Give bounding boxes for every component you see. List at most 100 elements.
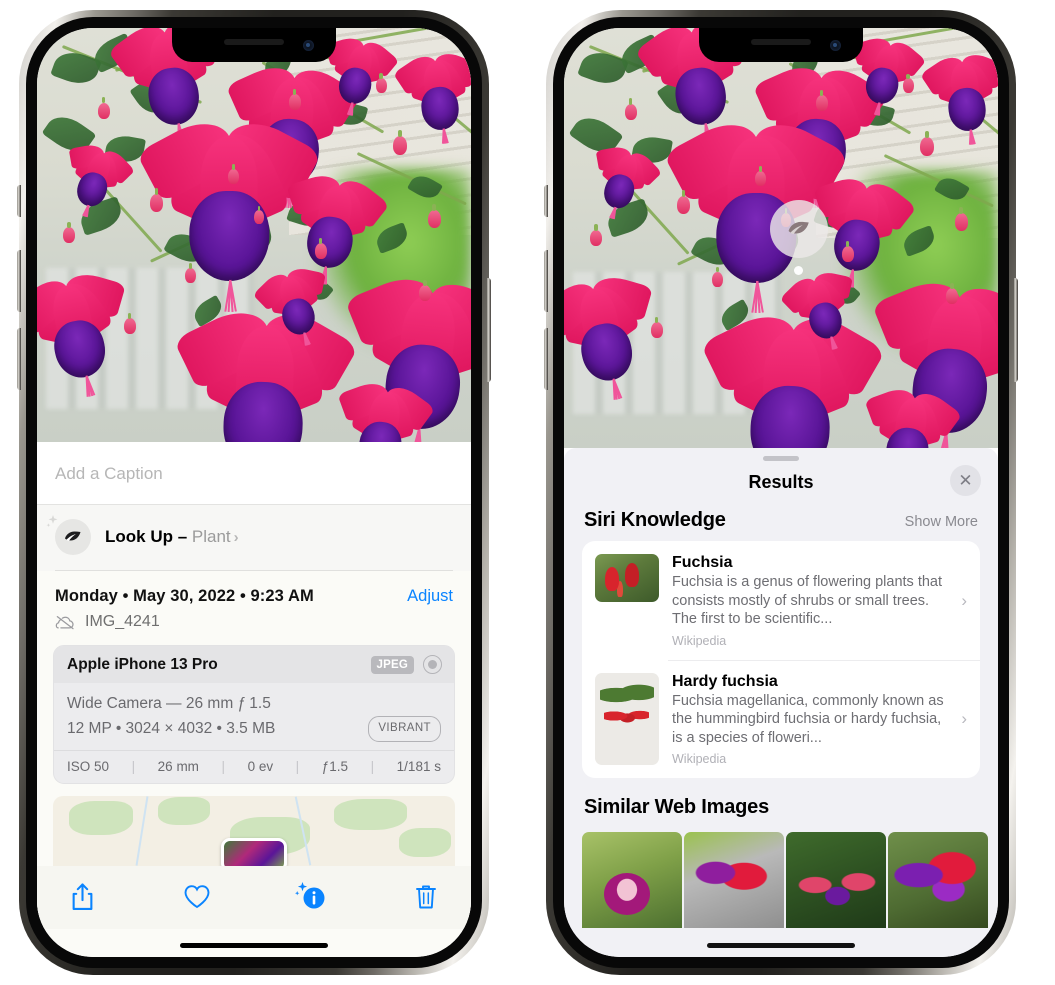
- exif-stat-iso: ISO 50: [67, 758, 110, 774]
- visual-lookup-badge[interactable]: [770, 200, 828, 258]
- photo-viewer-left[interactable]: [37, 28, 471, 442]
- map-road: [135, 796, 149, 866]
- flower-corolla: [189, 191, 269, 312]
- location-map[interactable]: [53, 795, 455, 866]
- flower-bud: [288, 89, 301, 111]
- map-green-area: [334, 799, 407, 831]
- close-button[interactable]: ✕: [950, 465, 981, 496]
- chevron-right-icon: ›: [961, 590, 967, 610]
- leaf-chip: [46, 515, 91, 555]
- leaf-icon: [65, 531, 81, 541]
- toolbar-filler: [37, 919, 471, 929]
- info-button[interactable]: [294, 880, 328, 914]
- flower-bud: [841, 241, 854, 263]
- look-up-text: Look Up –: [105, 527, 188, 546]
- plant-leaf: [934, 173, 971, 206]
- knowledge-title: Hardy fuchsia: [672, 672, 778, 690]
- flower-bud: [676, 190, 690, 214]
- volume-down-button[interactable]: [544, 328, 548, 390]
- stat-separator: |: [221, 758, 226, 774]
- front-camera: [830, 40, 841, 51]
- similar-web-images-strip[interactable]: [564, 832, 998, 929]
- volume-up-button[interactable]: [17, 250, 21, 312]
- web-image-thumbnail[interactable]: [684, 832, 784, 929]
- show-more-button[interactable]: Show More: [905, 514, 978, 530]
- home-indicator[interactable]: [180, 943, 328, 948]
- flower-bud: [63, 221, 76, 243]
- map-green-area: [157, 797, 210, 826]
- notch: [172, 28, 336, 62]
- power-button[interactable]: [1014, 278, 1018, 382]
- flower-bud: [392, 129, 407, 155]
- web-image-thumbnail[interactable]: [786, 832, 886, 929]
- fuchsia-flower: [136, 110, 322, 312]
- flower-bud: [711, 266, 723, 287]
- chevron-right-icon: ›: [961, 709, 967, 729]
- fuchsia-plant-left: [37, 28, 471, 442]
- date-row: Monday • May 30, 2022 • 9:23 AM Adjust: [37, 571, 471, 608]
- info-sparkle-icon: [295, 881, 325, 909]
- earpiece-speaker: [751, 39, 811, 45]
- exif-header-right: JPEG: [370, 655, 442, 674]
- map-green-area: [69, 801, 134, 836]
- list-item[interactable]: Fuchsia Fuchsia is a genus of flowering …: [582, 541, 980, 660]
- exif-stat-aperture: ƒ1.5: [321, 758, 349, 774]
- look-up-row[interactable]: Look Up – Plant ›: [37, 505, 471, 571]
- fuchsia-flower: [337, 378, 437, 442]
- knowledge-title: Fuchsia: [672, 554, 733, 571]
- exif-stat-focal: 26 mm: [157, 758, 199, 774]
- power-button[interactable]: [487, 278, 491, 382]
- silent-switch[interactable]: [544, 185, 548, 217]
- share-icon: [72, 883, 92, 910]
- exif-stats: ISO 50 | 26 mm | 0 ev | ƒ1.5 | 1/181 s: [54, 749, 454, 783]
- photo-map-pin[interactable]: [221, 837, 287, 866]
- results-panel: Results ✕ Siri Knowledge Show More Fuchs…: [564, 448, 998, 957]
- caption-field-row[interactable]: Add a Caption: [37, 442, 471, 505]
- flower-stamen: [968, 129, 972, 145]
- volume-down-button[interactable]: [17, 328, 21, 390]
- share-button[interactable]: [65, 880, 99, 914]
- flower-bud: [123, 312, 136, 334]
- exif-card[interactable]: Apple iPhone 13 Pro JPEG Wide Camera — 2…: [53, 645, 455, 784]
- silent-switch[interactable]: [17, 185, 21, 217]
- adjust-button[interactable]: Adjust: [407, 587, 453, 606]
- cloud-slash-icon: [55, 615, 74, 629]
- stat-separator: |: [370, 758, 375, 774]
- earpiece-speaker: [224, 39, 284, 45]
- notch: [699, 28, 863, 62]
- flower-bud: [97, 97, 110, 119]
- knowledge-thumbnail: [595, 554, 659, 602]
- flower-bud: [375, 72, 387, 93]
- map-green-area: [398, 828, 451, 858]
- knowledge-description: Fuchsia is a genus of flowering plants t…: [672, 574, 943, 628]
- size-line-row: 12 MP • 3024 × 4032 • 3.5 MB VIBRANT: [67, 716, 441, 742]
- delete-button[interactable]: [409, 880, 443, 914]
- flower-bud: [418, 279, 431, 301]
- fuchsia-flower: [37, 268, 127, 397]
- web-image-thumbnail[interactable]: [582, 832, 682, 929]
- right-phone-screen: Results ✕ Siri Knowledge Show More Fuchs…: [564, 28, 998, 957]
- photo-info-sheet: Add a Caption Look Up – Plant › Monday •…: [37, 442, 471, 957]
- web-image-thumbnail[interactable]: [888, 832, 988, 929]
- leaf-icon: [788, 221, 809, 235]
- style-badge: VIBRANT: [368, 716, 441, 742]
- photo-viewer-right[interactable]: [564, 28, 998, 448]
- exif-stat-ev: 0 ev: [247, 758, 274, 774]
- plant-leaf: [372, 221, 411, 254]
- favorite-button[interactable]: [180, 880, 214, 914]
- home-indicator[interactable]: [707, 943, 855, 948]
- flower-bud: [815, 90, 828, 112]
- list-item[interactable]: Hardy fuchsia Fuchsia magellanica, commo…: [582, 659, 980, 779]
- right-phone-frame: Results ✕ Siri Knowledge Show More Fuchs…: [544, 10, 1018, 975]
- plant-leaf: [899, 224, 938, 257]
- siri-knowledge-card: Fuchsia Fuchsia is a genus of flowering …: [582, 541, 980, 779]
- size-line: 12 MP • 3024 × 4032 • 3.5 MB: [67, 719, 276, 737]
- lens-line: Wide Camera — 26 mm ƒ 1.5: [67, 695, 271, 712]
- flower-bud: [227, 163, 239, 184]
- exif-stat-shutter: 1/181 s: [396, 758, 441, 774]
- caption-input[interactable]: Add a Caption: [55, 464, 453, 484]
- volume-up-button[interactable]: [544, 250, 548, 312]
- heart-icon: [184, 885, 210, 908]
- fuchsia-flower: [392, 48, 471, 144]
- similar-web-images-header: Similar Web Images: [564, 778, 998, 828]
